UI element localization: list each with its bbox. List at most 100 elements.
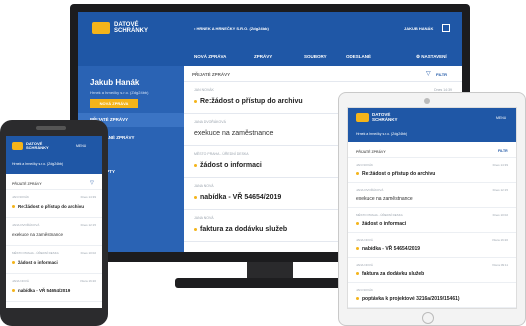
tablet-message-subject: žádost o informaci <box>356 221 406 227</box>
phone-message-date: Včera 16:20 <box>79 279 96 284</box>
phone-message-sender: JAN NOVÁK <box>12 195 30 200</box>
tablet-message-date: Dnes 14:39 <box>492 162 508 167</box>
nav-item-sent[interactable]: ODESLANÉ <box>346 54 371 59</box>
tablet-message-row[interactable]: JANA DVOŘÁKOVÁ exekuce na zaměstnance Dnes… <box>348 183 516 208</box>
phone-message-row[interactable]: JAN NOVÁK Re:žádost o přístup do archivu D… <box>6 190 102 218</box>
nav-item-new[interactable]: NOVÁ ZPRÁVA <box>194 54 226 59</box>
tablet-list-header: PŘIJATÉ ZPRÁVY FILTR <box>348 146 516 158</box>
unread-dot-icon <box>356 221 359 225</box>
phone-company: Hrnek a hrnečky s.r.o. (Zdg24bb) <box>12 162 64 166</box>
unread-dot-icon <box>194 227 197 231</box>
user-name: Jakub Hanák <box>90 78 140 87</box>
phone-logo-text: DATOVÉ SCHRÁNKY <box>26 141 49 150</box>
tablet-message-sender: JANA DVOŘÁKOVÁ <box>356 187 384 192</box>
tablet-message-row[interactable]: JANA NOVÁ nabídka - VŘ 54654/2019 Včera 16… <box>348 233 516 258</box>
tablet-message-date: Včera 16:20 <box>491 237 508 242</box>
phone-menu[interactable]: MENU <box>76 144 86 148</box>
desktop-message-subject: faktura za dodávku služeb <box>194 226 287 233</box>
settings-link[interactable]: ⚙ NASTAVENÍ <box>416 54 447 60</box>
desktop-message-sender: JANA NOVÁ <box>194 183 214 188</box>
tablet-logo-icon <box>356 113 369 122</box>
unread-dot-icon <box>12 205 15 209</box>
desktop-message-subject: žádost o informaci <box>194 162 262 169</box>
phone-message-date: Dnes 10:02 <box>80 251 96 256</box>
phone-message-subject: exekuce na zaměstnance <box>12 232 63 237</box>
desktop-header: DATOVÉ SCHRÁNKY • HRNEK A HRNEČKY S.R.O.… <box>78 12 462 48</box>
logo-text: DATOVÉ SCHRÁNKY <box>114 22 149 34</box>
desktop-message-subject-text: nabídka - VŘ 54654/2019 <box>200 194 282 201</box>
phone-message-subject: žádost o informaci <box>12 260 58 265</box>
desktop-message-sender: JANA DVOŘÁKOVÁ <box>194 119 226 124</box>
nav-item-files[interactable]: SOUBORY <box>304 54 327 59</box>
tablet-message-row[interactable]: MĚSTO PRAHA - ÚŘEDNÍ DESKA žádost o infor… <box>348 208 516 233</box>
tablet-message-subject: Re:žádost o přístup do archivu <box>356 171 435 177</box>
phone-message-subject-text: Re:žádost o přístup do archivu <box>18 204 85 209</box>
unread-dot-icon <box>356 271 359 275</box>
phone-message-subject-text: exekuce na zaměstnance <box>12 232 64 237</box>
phone-message-subject: nabídka - VŘ 54654/2019 <box>12 288 70 293</box>
filter-icon[interactable]: ▽ <box>426 70 431 77</box>
tablet-message-sender: JAN NOVÁK <box>356 287 374 292</box>
desktop-message-subject: Re:žádost o přístup do archivu <box>194 98 303 105</box>
tablet-logo-text: DATOVÉ SCHRÁNKY <box>372 112 398 122</box>
tablet-message-subject-text: exekuce na zaměstnance <box>356 195 413 202</box>
company-name: • HRNEK A HRNEČKY S.R.O. (Zdg24bb) <box>194 26 269 31</box>
tablet-message-date: Dnes 10:02 <box>492 212 508 217</box>
tablet-company: Hrnek a hrnečky s.r.o. (Zdg24bb) <box>356 132 408 136</box>
tablet-message-date: Včera 09:11 <box>492 262 508 267</box>
unread-dot-icon <box>194 163 197 167</box>
phone-message-row[interactable]: JANA NOVÁ nabídka - VŘ 54654/2019 Včera 16… <box>6 274 102 302</box>
tablet-message-subject-text: nabídka - VŘ 54654/2019 <box>362 245 421 252</box>
tablet-message-row[interactable]: JAN NOVÁK poptávka k projektové 3216a/201… <box>348 283 516 308</box>
unread-dot-icon <box>194 99 197 103</box>
new-message-button[interactable]: NOVÁ ZPRÁVA <box>90 99 138 108</box>
tablet-home-button[interactable] <box>422 312 434 324</box>
phone-list-header: PŘIJATÉ ZPRÁVY ▽ <box>6 178 102 190</box>
desktop-message-subject-text: faktura za dodávku služeb <box>200 226 288 233</box>
tablet-message-subject-text: poptávka k projektové 3216a/2019/15461) <box>362 295 460 302</box>
tablet-message-sender: JANA NOVÁ <box>356 262 373 267</box>
desktop-message-sender: MĚSTO PRAHA - ÚŘEDNÍ DESKA <box>194 151 249 156</box>
desktop-message-subject-text: žádost o informaci <box>200 162 262 169</box>
tablet-message-row[interactable]: JANA NOVÁ faktura za dodávku služeb Včera … <box>348 258 516 283</box>
filter-label[interactable]: FILTR <box>436 72 447 77</box>
tablet-menu[interactable]: MENU <box>496 116 506 120</box>
tablet-message-subject-text: Re:žádost o přístup do archivu <box>362 170 436 177</box>
phone-logo-icon <box>12 142 23 150</box>
phone-message-row[interactable]: MĚSTO PRAHA - ÚŘEDNÍ DESKA žádost o infor… <box>6 246 102 274</box>
phone-list-title: PŘIJATÉ ZPRÁVY <box>12 182 42 186</box>
phone-message-row[interactable]: JANA DVOŘÁKOVÁ exekuce na zaměstnance Dnes… <box>6 218 102 246</box>
tablet-message-sender: JAN NOVÁK <box>356 162 374 167</box>
desktop-message-subject-text: Re:žádost o přístup do archivu <box>200 98 303 105</box>
tablet-message-row[interactable]: JAN NOVÁK Re:žádost o přístup do archivu D… <box>348 158 516 183</box>
tablet-header: DATOVÉ SCHRÁNKY MENU Hrnek a hrnečky s.r… <box>348 108 516 142</box>
phone-message-sender: JANA NOVÁ <box>12 279 29 284</box>
phone-message-date: Dnes 14:39 <box>80 195 96 200</box>
logout-icon[interactable] <box>442 24 450 32</box>
phone-message-date: Dnes 12:15 <box>80 223 96 228</box>
phone-filter-icon[interactable]: ▽ <box>90 180 94 186</box>
desktop-message-sender: JAN NOVÁK <box>194 87 214 92</box>
tablet-message-subject: poptávka k projektové 3216a/2019/15461) <box>356 296 460 302</box>
desktop-nav: NOVÁ ZPRÁVA ZPRÁVY SOUBORY ODESLANÉ ⚙ NA… <box>78 48 462 66</box>
unread-dot-icon <box>356 171 359 175</box>
list-title: PŘIJATÉ ZPRÁVY <box>192 72 231 77</box>
phone-message-subject: Re:žádost o přístup do archivu <box>12 204 84 209</box>
tablet-message-subject: faktura za dodávku služeb <box>356 271 424 277</box>
tablet-message-subject-text: faktura za dodávku služeb <box>362 270 425 277</box>
tablet-camera-icon <box>424 98 430 104</box>
tablet-filter[interactable]: FILTR <box>498 149 508 153</box>
monitor-stand <box>175 262 365 288</box>
tablet-message-date: Dnes 12:15 <box>492 187 508 192</box>
unread-dot-icon <box>12 289 15 293</box>
tablet-message-subject: exekuce na zaměstnance <box>356 196 413 202</box>
tablet-message-subject: nabídka - VŘ 54654/2019 <box>356 246 420 252</box>
phone-speaker <box>36 126 66 130</box>
nav-item-messages[interactable]: ZPRÁVY <box>254 54 272 59</box>
desktop-message-subject-text: exekuce na zaměstnance <box>194 130 274 137</box>
unread-dot-icon <box>12 261 15 265</box>
desktop-message-sender: JANA NOVÁ <box>194 215 214 220</box>
user-menu[interactable]: JAKUB HANÁK <box>404 26 433 31</box>
tablet-message-sender: MĚSTO PRAHA - ÚŘEDNÍ DESKA <box>356 212 403 217</box>
phone-header: DATOVÉ SCHRÁNKY MENU Hrnek a hrnečky s.r… <box>6 136 102 174</box>
